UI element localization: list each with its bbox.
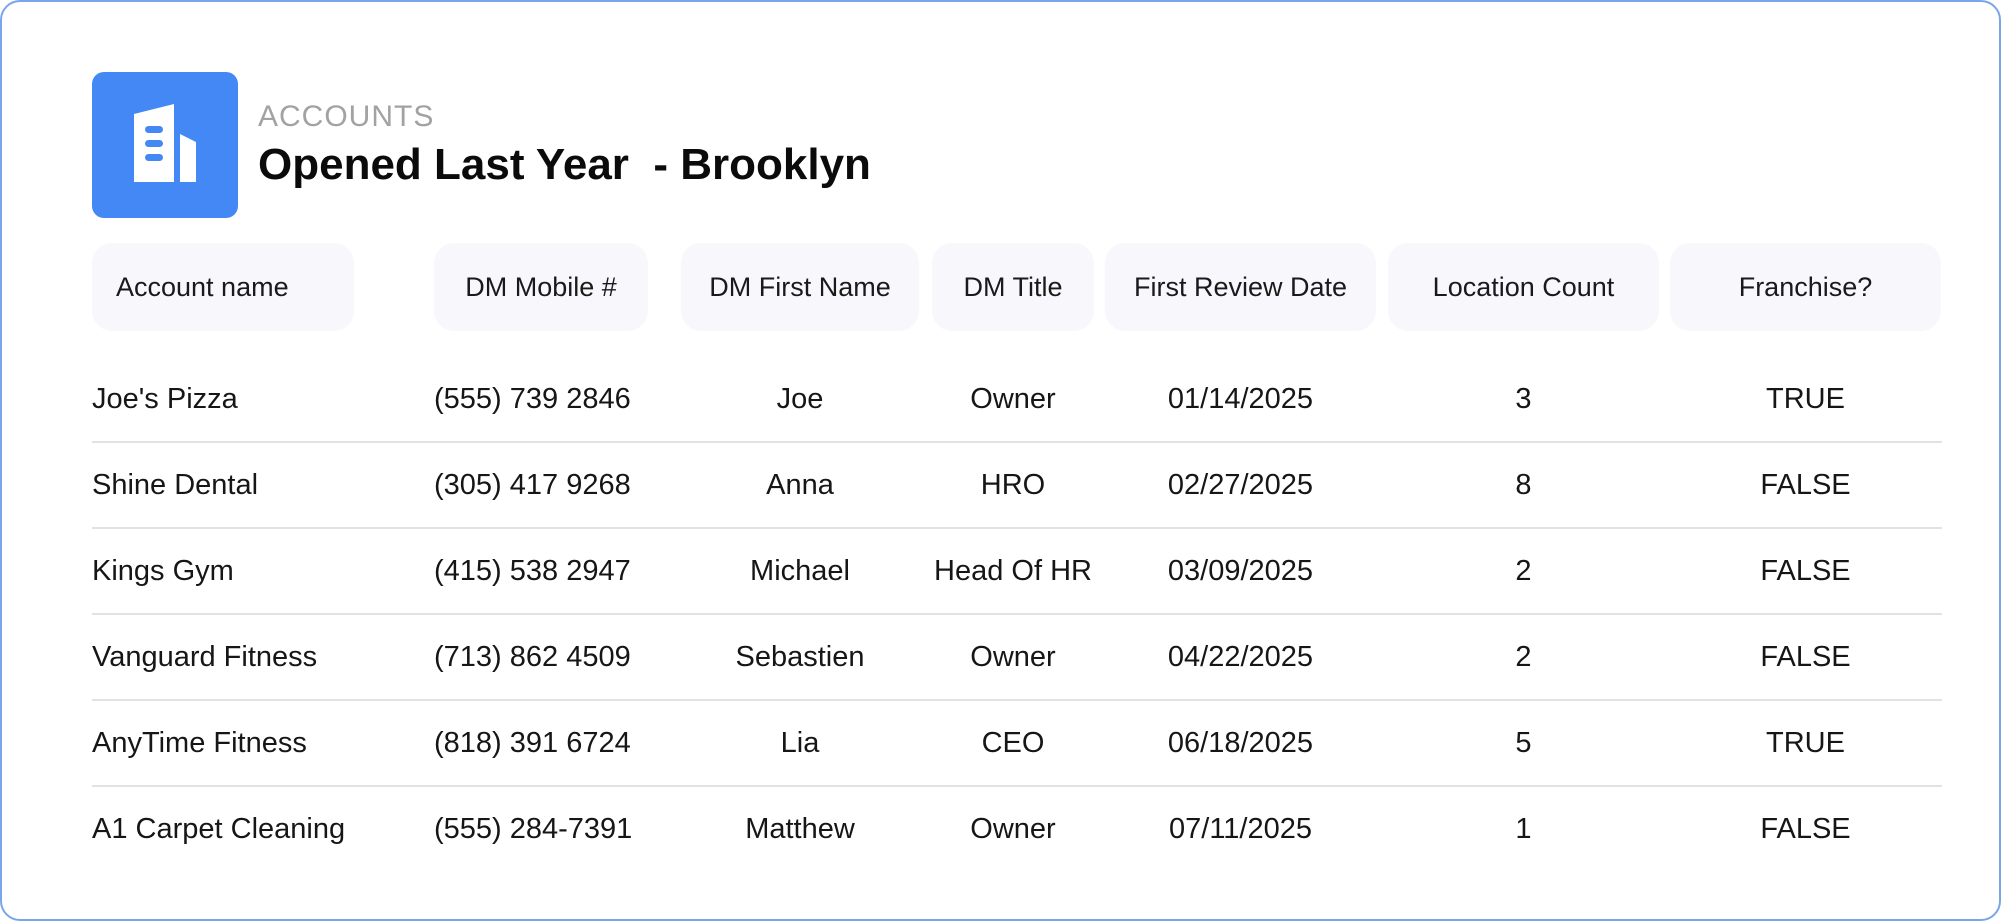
cell-dm-first-name: Lia [780, 726, 820, 759]
accounts-card: ACCOUNTS Opened Last Year - Brooklyn Acc… [0, 0, 2001, 921]
cell-first-review-date: 06/18/2025 [1167, 726, 1314, 759]
cell-location-count: 8 [1515, 468, 1532, 501]
cell-dm-mobile: (305) 417 9268 [434, 468, 631, 501]
cell-location-count: 2 [1515, 554, 1532, 587]
cell-location-count: 3 [1515, 382, 1532, 415]
cell-dm-title: Owner [970, 812, 1056, 845]
section-label: ACCOUNTS [258, 100, 435, 133]
column-header-dm-mobile[interactable]: DM Mobile # [434, 243, 648, 331]
cell-dm-title: Owner [970, 382, 1056, 415]
cell-first-review-date: 03/09/2025 [1167, 554, 1314, 587]
column-header-first-review-date[interactable]: First Review Date [1105, 243, 1376, 331]
column-header-location-count[interactable]: Location Count [1388, 243, 1659, 331]
column-header-dm-title[interactable]: DM Title [932, 243, 1094, 331]
cell-franchise: TRUE [1766, 382, 1845, 415]
cell-account-name: Vanguard Fitness [92, 640, 318, 673]
cell-account-name: AnyTime Fitness [92, 726, 307, 759]
cell-account-name: A1 Carpet Cleaning [92, 812, 346, 845]
cell-first-review-date: 04/22/2025 [1167, 640, 1314, 673]
cell-first-review-date: 02/27/2025 [1167, 468, 1314, 501]
cell-franchise: TRUE [1766, 726, 1845, 759]
cell-dm-mobile: (555) 284-7391 [434, 812, 633, 845]
cell-account-name: Shine Dental [92, 468, 259, 501]
table-row[interactable]: Shine Dental (305) 417 9268 Anna HRO 02/… [92, 443, 1942, 529]
column-header-dm-first-name[interactable]: DM First Name [681, 243, 919, 331]
cell-franchise: FALSE [1760, 554, 1851, 587]
cell-franchise: FALSE [1760, 640, 1851, 673]
cell-dm-first-name: Michael [750, 554, 850, 587]
cell-location-count: 2 [1515, 640, 1532, 673]
cell-dm-first-name: Joe [776, 382, 824, 415]
cell-dm-title: HRO [980, 468, 1046, 501]
cell-dm-mobile: (555) 739 2846 [434, 382, 631, 415]
cell-account-name: Joe's Pizza [92, 382, 238, 415]
column-header-franchise[interactable]: Franchise? [1670, 243, 1941, 331]
table-row[interactable]: Vanguard Fitness (713) 862 4509 Sebastie… [92, 615, 1942, 701]
cell-dm-title: Head Of HR [934, 554, 1092, 587]
cell-dm-mobile: (415) 538 2947 [434, 554, 631, 587]
cell-dm-first-name: Sebastien [735, 640, 865, 673]
cell-location-count: 5 [1515, 726, 1532, 759]
cell-dm-mobile: (818) 391 6724 [434, 726, 631, 759]
cell-location-count: 1 [1515, 812, 1532, 845]
column-header-account-name[interactable]: Account name [92, 243, 354, 331]
table-row[interactable]: Joe's Pizza (555) 739 2846 Joe Owner 01/… [92, 357, 1942, 443]
cell-first-review-date: 01/14/2025 [1167, 382, 1314, 415]
cell-dm-first-name: Anna [766, 468, 834, 501]
table-row[interactable]: AnyTime Fitness (818) 391 6724 Lia CEO 0… [92, 701, 1942, 787]
cell-dm-first-name: Matthew [745, 812, 855, 845]
cell-dm-title: CEO [981, 726, 1045, 759]
cell-franchise: FALSE [1760, 812, 1851, 845]
page-title: Opened Last Year - Brooklyn [258, 140, 871, 189]
table-row[interactable]: Kings Gym (415) 538 2947 Michael Head Of… [92, 529, 1942, 615]
cell-dm-title: Owner [970, 640, 1056, 673]
cell-franchise: FALSE [1760, 468, 1851, 501]
building-icon [92, 72, 238, 218]
cell-account-name: Kings Gym [92, 554, 234, 587]
cell-first-review-date: 07/11/2025 [1169, 812, 1312, 845]
cell-dm-mobile: (713) 862 4509 [434, 640, 631, 673]
table-row[interactable]: A1 Carpet Cleaning (555) 284-7391 Matthe… [92, 787, 1942, 873]
